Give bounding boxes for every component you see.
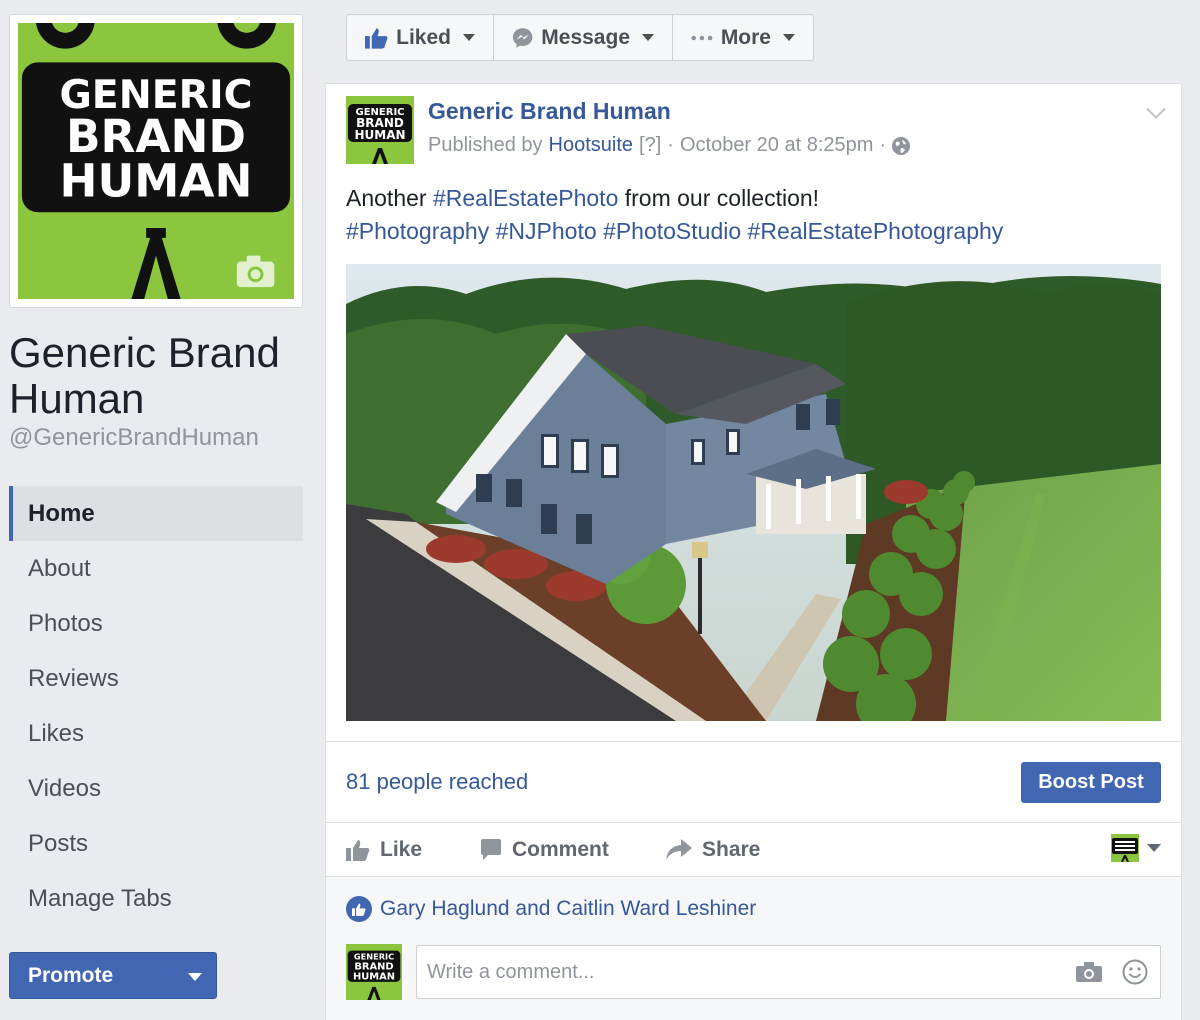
smiley-icon[interactable] bbox=[1120, 957, 1150, 987]
more-dots-icon bbox=[691, 35, 713, 40]
nav-item-about[interactable]: About bbox=[9, 541, 303, 596]
divider bbox=[326, 741, 1181, 742]
nav-item-photos[interactable]: Photos bbox=[9, 596, 303, 651]
post-card: GENERIC BRAND HUMAN Generic Brand Human … bbox=[325, 83, 1182, 1020]
publisher-link[interactable]: Hootsuite bbox=[549, 134, 634, 157]
likers-summary[interactable]: Gary Haglund and Caitlin Ward Leshiner bbox=[346, 896, 756, 922]
messenger-icon bbox=[512, 27, 533, 48]
more-label: More bbox=[720, 25, 771, 49]
like-button[interactable]: Like bbox=[346, 834, 480, 866]
post-timestamp[interactable]: October 20 at 8:25pm bbox=[680, 134, 873, 157]
hashtag-link[interactable]: #RealEstatePhotography bbox=[748, 218, 1004, 244]
post-text: Another #RealEstatePhoto from our collec… bbox=[346, 182, 1166, 248]
message-button[interactable]: Message bbox=[494, 15, 673, 60]
divider bbox=[326, 876, 1181, 877]
nav-item-reviews[interactable]: Reviews bbox=[9, 651, 303, 706]
more-button[interactable]: More bbox=[673, 15, 813, 60]
chevron-down-icon bbox=[463, 34, 475, 41]
help-link[interactable]: [?] bbox=[639, 134, 661, 157]
like-badge-icon bbox=[346, 896, 372, 922]
post-meta: Published by Hootsuite [?] · October 20 … bbox=[428, 134, 911, 157]
divider bbox=[326, 822, 1181, 823]
hashtag-link[interactable]: #PhotoStudio bbox=[603, 218, 741, 244]
svg-text:GENERIC: GENERIC bbox=[354, 952, 394, 962]
likes-and-comments: Gary Haglund and Caitlin Ward Leshiner G… bbox=[326, 876, 1181, 1020]
message-label: Message bbox=[541, 25, 630, 49]
likers-names[interactable]: Gary Haglund and Caitlin Ward Leshiner bbox=[380, 897, 756, 921]
meta-separator-2: · bbox=[879, 134, 887, 156]
hashtag-link[interactable]: #Photography bbox=[346, 218, 489, 244]
page-avatar bbox=[1111, 834, 1139, 862]
page-avatar[interactable]: GENERIC BRAND HUMAN bbox=[346, 96, 414, 164]
published-by-label: Published by bbox=[428, 134, 543, 156]
chevron-down-icon bbox=[642, 34, 654, 41]
page-nav: Home About Photos Reviews Likes Videos P… bbox=[9, 486, 303, 926]
hashtag-link[interactable]: #RealEstatePhoto bbox=[433, 185, 618, 211]
page-handle[interactable]: @GenericBrandHuman bbox=[9, 424, 259, 452]
profile-picture[interactable]: GENERIC BRAND HUMAN bbox=[9, 0, 303, 308]
comment-button[interactable]: Comment bbox=[480, 834, 666, 866]
promote-label: Promote bbox=[28, 963, 114, 987]
svg-text:HUMAN: HUMAN bbox=[354, 128, 405, 142]
like-label: Like bbox=[380, 838, 423, 861]
post-photo[interactable] bbox=[346, 264, 1161, 721]
post-actions: Like Comment Share bbox=[346, 834, 786, 866]
share-icon bbox=[666, 839, 692, 860]
brand-logo: GENERIC BRAND HUMAN bbox=[18, 0, 294, 299]
chevron-down-icon bbox=[188, 973, 202, 981]
post-author[interactable]: Generic Brand Human bbox=[428, 98, 671, 125]
liked-button[interactable]: Liked bbox=[347, 15, 494, 60]
thumbs-up-icon bbox=[365, 27, 388, 49]
share-label: Share bbox=[702, 838, 761, 861]
promote-button[interactable]: Promote bbox=[9, 952, 217, 999]
reach-count[interactable]: 81 people reached bbox=[346, 769, 528, 795]
comment-icon bbox=[481, 839, 501, 860]
page-action-bar: Liked Message More bbox=[346, 14, 814, 61]
nav-item-posts[interactable]: Posts bbox=[9, 816, 303, 871]
logo-line-3: HUMAN bbox=[60, 154, 253, 207]
svg-text:HUMAN: HUMAN bbox=[353, 971, 395, 982]
comment-input[interactable] bbox=[427, 960, 1058, 984]
post-as-selector[interactable] bbox=[1111, 834, 1161, 862]
nav-item-manage-tabs[interactable]: Manage Tabs bbox=[9, 871, 303, 926]
liked-label: Liked bbox=[396, 25, 451, 49]
commenter-avatar: GENERIC BRAND HUMAN bbox=[346, 944, 402, 1000]
nav-item-videos[interactable]: Videos bbox=[9, 761, 303, 816]
comment-label: Comment bbox=[512, 838, 609, 861]
nav-item-likes[interactable]: Likes bbox=[9, 706, 303, 761]
share-button[interactable]: Share bbox=[666, 834, 786, 866]
comment-box bbox=[416, 945, 1161, 999]
chevron-down-icon bbox=[1147, 844, 1161, 852]
post-text-prefix: Another bbox=[346, 185, 427, 211]
camera-icon[interactable] bbox=[1074, 957, 1104, 987]
nav-item-home[interactable]: Home bbox=[9, 486, 303, 541]
globe-icon[interactable] bbox=[892, 136, 911, 155]
chevron-down-icon bbox=[783, 34, 795, 41]
post-text-suffix: from our collection! bbox=[624, 185, 820, 211]
boost-post-button[interactable]: Boost Post bbox=[1021, 762, 1161, 803]
page-title: Generic Brand Human bbox=[9, 329, 280, 422]
meta-separator: · bbox=[667, 134, 674, 156]
thumbs-up-icon bbox=[346, 840, 370, 861]
post-options-chevron-icon[interactable] bbox=[1146, 99, 1166, 119]
hashtag-link[interactable]: #NJPhoto bbox=[496, 218, 597, 244]
